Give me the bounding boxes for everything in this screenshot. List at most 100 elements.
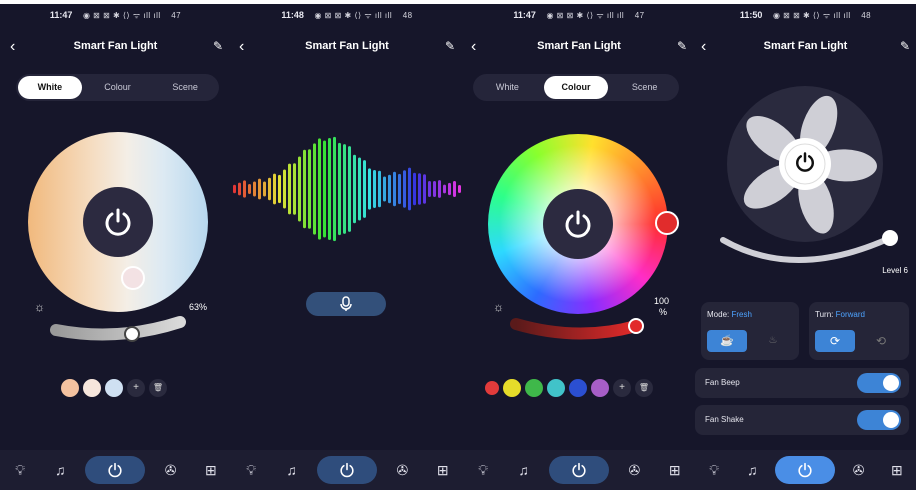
edit-icon[interactable]: ✎ — [213, 39, 223, 53]
swatch[interactable] — [525, 379, 543, 397]
visualizer-bar — [288, 163, 291, 215]
swatch[interactable] — [485, 381, 499, 395]
visualizer-bar — [418, 173, 421, 205]
delete-swatch-button[interactable]: 🗑 — [635, 379, 653, 397]
power-nav-button[interactable] — [548, 456, 609, 484]
fan-icon[interactable]: ✇ — [844, 462, 874, 479]
power-nav-button[interactable] — [775, 456, 836, 484]
fan-icon[interactable]: ✇ — [387, 462, 417, 479]
phone-white-screen: 11:47 ◉ ⊠ ⊠ ✱ ⟨⟩ ᯤ ıll ıll 47 ‹ Smart Fa… — [0, 4, 231, 490]
grid-icon[interactable]: ⊞ — [428, 462, 458, 479]
delete-swatch-button[interactable]: 🗑 — [149, 379, 167, 397]
power-icon — [105, 208, 131, 236]
fan-icon[interactable]: ✇ — [156, 462, 186, 479]
phone-colour-screen: 11:47 ◉ ⊠ ⊠ ✱ ⟨⟩ ᯤ ıll ıll 47 ‹ Smart Fa… — [463, 4, 695, 490]
brightness-slider-thumb — [124, 326, 140, 342]
brightness-slider[interactable] — [508, 310, 648, 346]
status-time: 11:47 — [49, 10, 73, 20]
music-icon[interactable]: ♫ — [45, 462, 75, 478]
grid-icon[interactable]: ⊞ — [882, 462, 912, 479]
power-nav-button[interactable] — [316, 456, 377, 484]
bottom-nav: 💡︎ ♫ ✇ ⊞ — [695, 450, 916, 490]
fan-icon[interactable]: ✇ — [619, 462, 649, 479]
status-bar: 11:47 ◉ ⊠ ⊠ ✱ ⟨⟩ ᯤ ıll ıll 47 — [0, 10, 231, 24]
mode-card: Mode: Fresh ☕ ♨ — [701, 302, 799, 360]
screenshot-strip: 11:47 ◉ ⊠ ⊠ ✱ ⟨⟩ ᯤ ıll ıll 47 ‹ Smart Fa… — [0, 0, 916, 490]
visualizer-bar — [273, 173, 276, 205]
edit-icon[interactable]: ✎ — [445, 39, 455, 53]
swatch[interactable] — [61, 379, 79, 397]
visualizer-bar — [343, 144, 346, 234]
fan-shake-row: Fan Shake — [695, 405, 909, 435]
power-nav-button[interactable] — [85, 456, 146, 484]
add-swatch-button[interactable]: + — [127, 379, 145, 397]
tab-scene[interactable]: Scene — [153, 76, 217, 99]
power-icon — [565, 210, 591, 238]
fan-speed-slider[interactable] — [715, 226, 905, 276]
tab-white[interactable]: White — [475, 76, 540, 99]
tab-scene[interactable]: Scene — [612, 76, 677, 99]
visualizer-bar — [413, 172, 416, 206]
swatch[interactable] — [569, 379, 587, 397]
wheel-picker-handle[interactable] — [655, 211, 679, 235]
brightness-slider[interactable] — [48, 312, 188, 348]
visualizer-bar — [243, 180, 246, 198]
tab-colour[interactable]: Colour — [543, 76, 609, 99]
mode-fresh-button[interactable]: ☕ — [707, 330, 747, 352]
power-button[interactable] — [543, 189, 613, 259]
power-button[interactable] — [83, 187, 153, 257]
visualizer-bar — [293, 163, 296, 215]
microphone-button[interactable] — [306, 292, 386, 316]
status-time: 11:48 — [281, 10, 304, 20]
visualizer-bar — [253, 181, 256, 197]
edit-icon[interactable]: ✎ — [677, 39, 687, 53]
phone-fan-screen: 11:50 ◉ ⊠ ⊠ ✱ ⟨⟩ ᯤ ıll ıll 48 ‹ Smart Fa… — [695, 4, 916, 490]
bulb-icon[interactable]: 💡︎ — [468, 462, 498, 479]
status-icons: ◉ ⊠ ⊠ ✱ ⟨⟩ ᯤ ıll ıll — [772, 11, 851, 20]
color-swatches: + 🗑 — [61, 379, 167, 397]
swatch[interactable] — [105, 379, 123, 397]
grid-icon[interactable]: ⊞ — [196, 462, 226, 479]
edit-icon[interactable]: ✎ — [900, 39, 910, 53]
swatch[interactable] — [503, 379, 521, 397]
bottom-nav: 💡︎ ♫ ✇ ⊞ — [0, 450, 231, 490]
fan-shake-toggle[interactable] — [857, 410, 901, 430]
bulb-icon[interactable]: 💡︎ — [699, 462, 729, 479]
music-icon[interactable]: ♫ — [737, 462, 767, 478]
page-title: Smart Fan Light — [73, 40, 158, 52]
turn-reverse-button[interactable]: ⟲ — [861, 330, 901, 352]
visualizer-bar — [428, 181, 431, 197]
add-swatch-button[interactable]: + — [613, 379, 631, 397]
fan-power-button[interactable] — [790, 147, 820, 177]
visualizer-bar — [338, 142, 341, 236]
visualizer-bar — [383, 176, 386, 202]
swatch[interactable] — [591, 379, 609, 397]
swatch[interactable] — [547, 379, 565, 397]
header: ‹ Smart Fan Light ✎ — [0, 38, 231, 58]
tab-white[interactable]: White — [18, 76, 82, 99]
swatch[interactable] — [83, 379, 101, 397]
visualizer-bar — [258, 178, 261, 200]
bottom-nav: 💡︎ ♫ ✇ ⊞ — [231, 450, 463, 490]
grid-icon[interactable]: ⊞ — [660, 462, 690, 479]
mode-tabs: White Colour Scene — [473, 74, 679, 101]
bulb-icon[interactable]: 💡︎ — [236, 462, 266, 479]
header: ‹ Smart Fan Light ✎ — [231, 38, 463, 58]
mode-other-button[interactable]: ♨ — [753, 330, 793, 352]
bulb-icon[interactable]: 💡︎ — [5, 462, 35, 479]
tab-colour[interactable]: Colour — [86, 76, 150, 99]
header: ‹ Smart Fan Light ✎ — [695, 38, 916, 58]
bottom-nav: 💡︎ ♫ ✇ ⊞ — [463, 450, 695, 490]
brightness-slider-thumb — [628, 318, 644, 334]
visualizer-bar — [328, 138, 331, 240]
fan-beep-toggle[interactable] — [857, 373, 901, 393]
turn-forward-button[interactable]: ⟳ — [815, 330, 855, 352]
visualizer-bar — [458, 184, 461, 194]
music-icon[interactable]: ♫ — [509, 462, 539, 478]
brightness-icon: ☼ — [34, 300, 45, 314]
phone-music-screen: 11:48 ◉ ⊠ ⊠ ✱ ⟨⟩ ᯤ ıll ıll 48 ‹ Smart Fa… — [231, 4, 463, 490]
music-icon[interactable]: ♫ — [277, 462, 307, 478]
wheel-picker-handle[interactable] — [121, 266, 145, 290]
header: ‹ Smart Fan Light ✎ — [463, 38, 695, 58]
visualizer-bar — [388, 174, 391, 204]
